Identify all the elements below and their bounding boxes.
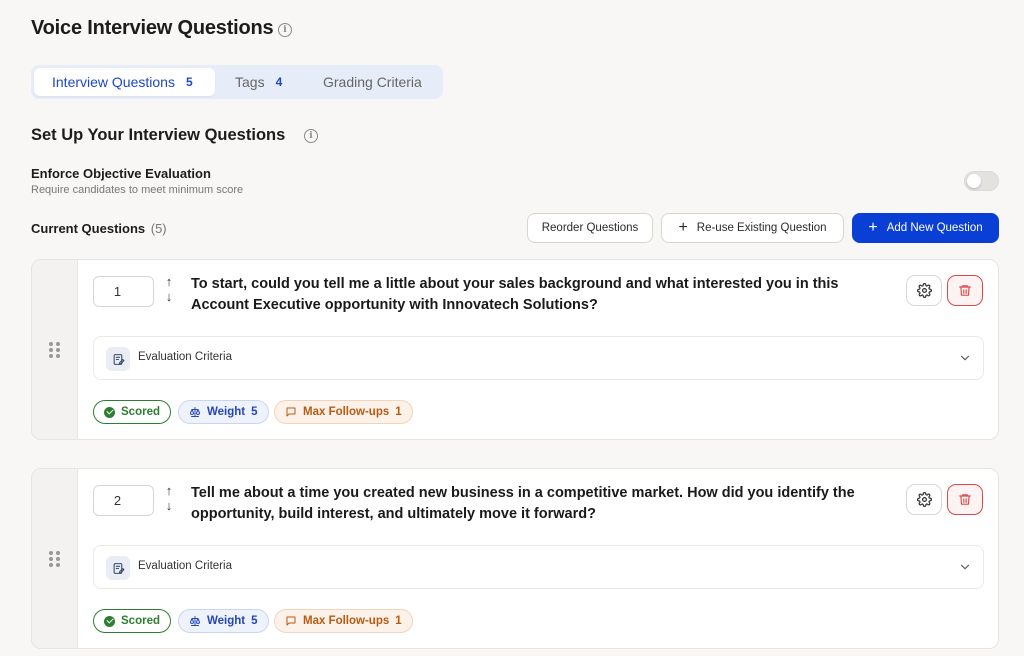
info-icon[interactable]: i — [278, 23, 292, 37]
tab-tags[interactable]: Tags 4 — [217, 68, 297, 96]
tab-label: Tags — [235, 74, 265, 90]
evaluation-criteria-toggle[interactable]: Evaluation Criteria — [93, 336, 984, 380]
weight-label: Weight — [207, 615, 246, 627]
weight-value: 5 — [251, 615, 258, 627]
drag-handle-icon — [49, 342, 60, 358]
weight-badge: Weight 5 — [178, 400, 269, 424]
evaluation-criteria-toggle[interactable]: Evaluation Criteria — [93, 545, 984, 589]
chevron-down-icon — [960, 355, 970, 361]
add-label: Add New Question — [886, 222, 983, 234]
question-card: 1 ↑ ↓ To start, could you tell me a litt… — [31, 259, 999, 440]
reuse-question-button[interactable]: + Re-use Existing Question — [661, 213, 844, 243]
trash-icon — [959, 494, 971, 505]
edit-note-icon — [106, 556, 130, 580]
arrow-up-icon[interactable]: ↑ — [162, 483, 176, 498]
plus-icon: + — [868, 219, 878, 236]
question-number-input[interactable]: 1 — [93, 276, 154, 307]
reorder-questions-button[interactable]: Reorder Questions — [527, 213, 653, 243]
weight-badge: Weight 5 — [178, 609, 269, 633]
scale-icon — [190, 616, 200, 626]
question-number-input[interactable]: 2 — [93, 485, 154, 516]
enforce-evaluation-label: Enforce Objective Evaluation — [31, 166, 211, 181]
scored-badge: Scored — [93, 609, 171, 633]
enforce-evaluation-description: Require candidates to meet minimum score — [31, 184, 244, 196]
chevron-down-icon — [960, 564, 970, 570]
tab-label: Interview Questions — [52, 74, 175, 90]
question-settings-button[interactable] — [906, 275, 942, 306]
evaluation-criteria-label: Evaluation Criteria — [138, 351, 232, 363]
tab-interview-questions[interactable]: Interview Questions 5 — [34, 68, 215, 96]
weight-value: 5 — [251, 406, 258, 418]
current-questions-title: Current Questions — [31, 221, 146, 236]
drag-handle[interactable] — [32, 469, 78, 648]
question-settings-button[interactable] — [906, 484, 942, 515]
question-text: Tell me about a time you created new bus… — [191, 485, 855, 522]
check-circle-icon — [104, 406, 115, 418]
tab-bar: Interview Questions 5 Tags 4 Grading Cri… — [31, 65, 443, 99]
section-title: Set Up Your Interview Questions — [31, 126, 286, 144]
followups-label: Max Follow-ups — [303, 406, 390, 418]
info-icon[interactable]: i — [304, 129, 318, 143]
chat-bubble-icon — [286, 407, 296, 417]
arrow-up-icon[interactable]: ↑ — [162, 274, 176, 289]
followups-badge: Max Follow-ups 1 — [274, 609, 413, 633]
tab-label: Grading Criteria — [323, 74, 422, 90]
arrow-down-icon[interactable]: ↓ — [162, 289, 176, 304]
current-questions-label: Current Questions (5) — [31, 221, 167, 236]
scale-icon — [190, 407, 200, 417]
followups-value: 1 — [395, 406, 402, 418]
plus-icon: + — [678, 219, 688, 236]
followups-badge: Max Follow-ups 1 — [274, 400, 413, 424]
trash-icon — [959, 285, 971, 296]
move-arrows: ↑ ↓ — [162, 274, 176, 308]
drag-handle-icon — [49, 551, 60, 567]
scored-label: Scored — [121, 406, 160, 418]
delete-question-button[interactable] — [947, 484, 983, 515]
drag-handle[interactable] — [32, 260, 78, 439]
gear-icon — [916, 283, 932, 298]
current-questions-count: (5) — [150, 221, 167, 236]
add-question-button[interactable]: + Add New Question — [852, 213, 999, 243]
evaluation-criteria-label: Evaluation Criteria — [138, 560, 232, 572]
edit-note-icon — [106, 347, 130, 371]
delete-question-button[interactable] — [947, 275, 983, 306]
weight-label: Weight — [207, 406, 246, 418]
enforce-evaluation-toggle[interactable] — [964, 171, 999, 191]
reorder-label: Reorder Questions — [541, 222, 639, 234]
followups-label: Max Follow-ups — [303, 615, 390, 627]
page-title: Voice Interview Questions — [31, 17, 274, 39]
question-card: 2 ↑ ↓ Tell me about a time you created n… — [31, 468, 999, 649]
tab-count: 5 — [185, 75, 193, 89]
scored-label: Scored — [121, 615, 160, 627]
reuse-label: Re-use Existing Question — [696, 222, 827, 234]
toggle-knob — [967, 174, 981, 188]
chat-bubble-icon — [286, 616, 296, 626]
question-text: To start, could you tell me a little abo… — [191, 276, 839, 313]
tab-grading-criteria[interactable]: Grading Criteria — [305, 68, 435, 96]
arrow-down-icon[interactable]: ↓ — [162, 498, 176, 513]
move-arrows: ↑ ↓ — [162, 483, 176, 517]
check-circle-icon — [104, 615, 115, 627]
tab-count: 4 — [275, 75, 283, 89]
followups-value: 1 — [395, 615, 402, 627]
gear-icon — [916, 492, 932, 507]
scored-badge: Scored — [93, 400, 171, 424]
